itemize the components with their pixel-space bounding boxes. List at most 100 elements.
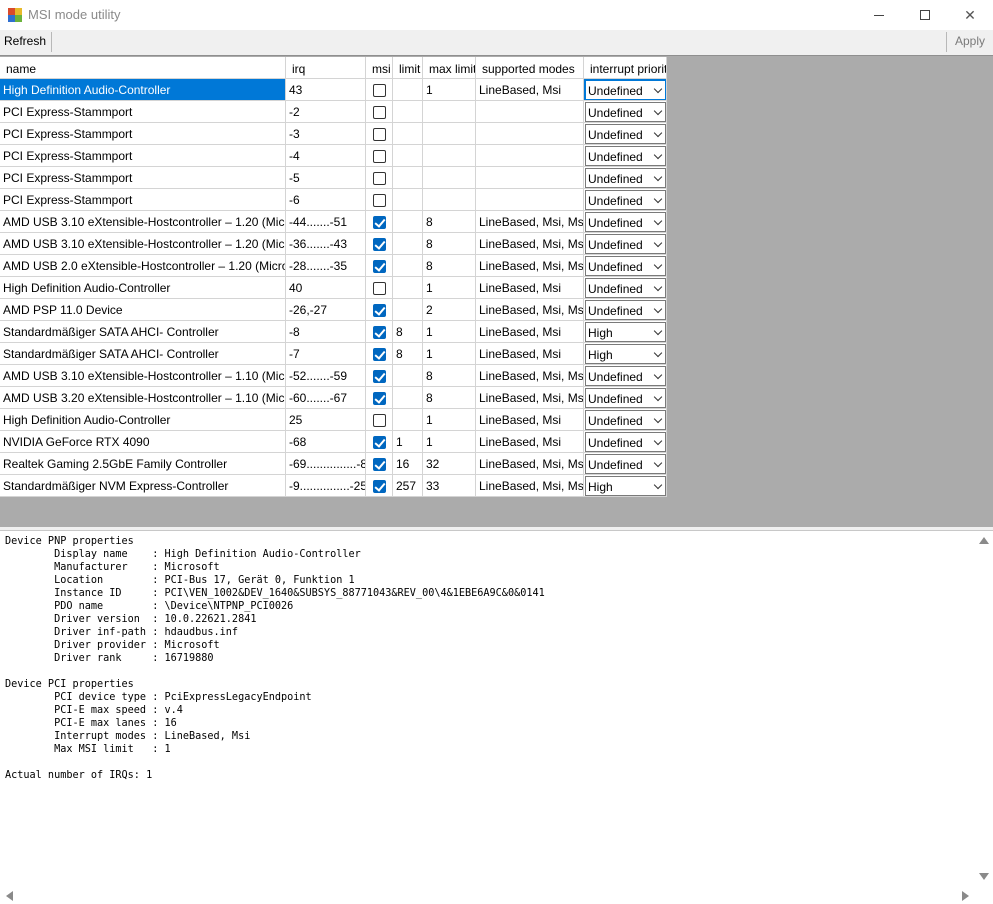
table-cell-max-limit[interactable] [423, 101, 476, 123]
msi-checkbox[interactable] [373, 172, 386, 185]
minimize-button[interactable] [856, 0, 902, 30]
msi-checkbox[interactable] [373, 194, 386, 207]
table-cell-max-limit[interactable]: 1 [423, 277, 476, 299]
table-cell-name[interactable]: High Definition Audio-Controller [0, 79, 286, 101]
table-cell-name[interactable]: AMD PSP 11.0 Device [0, 299, 286, 321]
table-cell-max-limit[interactable]: 8 [423, 387, 476, 409]
table-cell-max-limit[interactable]: 1 [423, 321, 476, 343]
table-cell-irq[interactable]: -2 [286, 101, 366, 123]
table-cell-name[interactable]: PCI Express-Stammport [0, 101, 286, 123]
table-cell-supported-modes[interactable] [476, 145, 584, 167]
header-col-interrupt-priority[interactable]: interrupt priority [584, 57, 667, 79]
table-cell-supported-modes[interactable]: LineBased, Msi, MsiX [476, 211, 584, 233]
msi-checkbox[interactable] [373, 150, 386, 163]
table-cell-irq[interactable]: -44.......-51 [286, 211, 366, 233]
msi-checkbox[interactable] [373, 392, 386, 405]
priority-dropdown[interactable]: Undefined [585, 168, 666, 188]
table-cell-max-limit[interactable]: 1 [423, 431, 476, 453]
table-cell-max-limit[interactable]: 8 [423, 211, 476, 233]
priority-dropdown[interactable]: Undefined [585, 146, 666, 166]
priority-dropdown[interactable]: Undefined [585, 432, 666, 452]
table-cell-limit[interactable] [393, 167, 423, 189]
table-cell-msi[interactable] [366, 167, 393, 189]
table-cell-limit[interactable] [393, 255, 423, 277]
table-cell-name[interactable]: AMD USB 3.10 eXtensible-Hostcontroller –… [0, 365, 286, 387]
table-cell-max-limit[interactable]: 33 [423, 475, 476, 497]
table-cell-max-limit[interactable]: 32 [423, 453, 476, 475]
scroll-down-icon[interactable] [979, 873, 989, 880]
msi-checkbox[interactable] [373, 348, 386, 361]
table-cell-name[interactable]: AMD USB 2.0 eXtensible-Hostcontroller – … [0, 255, 286, 277]
table-cell-msi[interactable] [366, 189, 393, 211]
table-cell-supported-modes[interactable]: LineBased, Msi [476, 409, 584, 431]
table-cell-name[interactable]: PCI Express-Stammport [0, 167, 286, 189]
table-cell-msi[interactable] [366, 365, 393, 387]
table-cell-interrupt-priority[interactable]: High [584, 343, 667, 365]
priority-dropdown[interactable]: Undefined [585, 212, 666, 232]
header-col-name[interactable]: name [0, 57, 286, 79]
priority-dropdown[interactable]: Undefined [585, 256, 666, 276]
table-cell-irq[interactable]: -8 [286, 321, 366, 343]
table-cell-msi[interactable] [366, 321, 393, 343]
msi-checkbox[interactable] [373, 326, 386, 339]
msi-checkbox[interactable] [373, 414, 386, 427]
scroll-left-icon[interactable] [6, 891, 13, 901]
table-cell-name[interactable]: High Definition Audio-Controller [0, 277, 286, 299]
table-cell-max-limit[interactable] [423, 123, 476, 145]
table-cell-irq[interactable]: -3 [286, 123, 366, 145]
table-cell-interrupt-priority[interactable]: Undefined [584, 431, 667, 453]
table-cell-interrupt-priority[interactable]: Undefined [584, 145, 667, 167]
table-cell-name[interactable]: PCI Express-Stammport [0, 145, 286, 167]
priority-dropdown[interactable]: Undefined [585, 190, 666, 210]
table-cell-limit[interactable] [393, 101, 423, 123]
table-cell-msi[interactable] [366, 409, 393, 431]
msi-checkbox[interactable] [373, 84, 386, 97]
table-cell-interrupt-priority[interactable]: Undefined [584, 167, 667, 189]
table-cell-limit[interactable]: 8 [393, 321, 423, 343]
msi-checkbox[interactable] [373, 238, 386, 251]
priority-dropdown[interactable]: Undefined [585, 278, 666, 298]
priority-dropdown[interactable]: Undefined [585, 234, 666, 254]
table-cell-msi[interactable] [366, 233, 393, 255]
table-cell-interrupt-priority[interactable]: Undefined [584, 277, 667, 299]
table-cell-supported-modes[interactable] [476, 189, 584, 211]
table-cell-name[interactable]: AMD USB 3.10 eXtensible-Hostcontroller –… [0, 233, 286, 255]
scroll-right-icon[interactable] [962, 891, 969, 901]
table-cell-irq[interactable]: 43 [286, 79, 366, 101]
table-cell-limit[interactable]: 16 [393, 453, 423, 475]
table-cell-irq[interactable]: -36.......-43 [286, 233, 366, 255]
priority-dropdown[interactable]: Undefined [585, 102, 666, 122]
scroll-up-icon[interactable] [979, 537, 989, 544]
table-cell-name[interactable]: PCI Express-Stammport [0, 189, 286, 211]
table-cell-supported-modes[interactable]: LineBased, Msi, MsiX [476, 453, 584, 475]
msi-checkbox[interactable] [373, 260, 386, 273]
close-button[interactable]: ✕ [947, 0, 993, 30]
table-cell-max-limit[interactable] [423, 145, 476, 167]
table-cell-irq[interactable]: -9...............-25 [286, 475, 366, 497]
table-cell-limit[interactable]: 8 [393, 343, 423, 365]
table-cell-interrupt-priority[interactable]: Undefined [584, 409, 667, 431]
priority-dropdown[interactable]: Undefined [585, 388, 666, 408]
msi-checkbox[interactable] [373, 436, 386, 449]
table-cell-interrupt-priority[interactable]: High [584, 475, 667, 497]
table-cell-limit[interactable] [393, 299, 423, 321]
table-cell-name[interactable]: Realtek Gaming 2.5GbE Family Controller [0, 453, 286, 475]
table-cell-msi[interactable] [366, 211, 393, 233]
table-cell-max-limit[interactable] [423, 167, 476, 189]
priority-dropdown[interactable]: High [585, 322, 666, 342]
msi-checkbox[interactable] [373, 304, 386, 317]
table-cell-msi[interactable] [366, 145, 393, 167]
apply-button[interactable]: Apply [955, 34, 985, 48]
table-cell-irq[interactable]: -6 [286, 189, 366, 211]
priority-dropdown[interactable]: Undefined [585, 410, 666, 430]
table-cell-interrupt-priority[interactable]: Undefined [584, 299, 667, 321]
table-cell-irq[interactable]: -69...............-84 [286, 453, 366, 475]
table-cell-limit[interactable] [393, 365, 423, 387]
header-col-max-limit[interactable]: max limit [423, 57, 476, 79]
table-cell-name[interactable]: NVIDIA GeForce RTX 4090 [0, 431, 286, 453]
table-cell-name[interactable]: Standardmäßiger SATA AHCI- Controller [0, 343, 286, 365]
table-cell-max-limit[interactable]: 8 [423, 365, 476, 387]
table-cell-supported-modes[interactable]: LineBased, Msi [476, 277, 584, 299]
table-cell-limit[interactable] [393, 189, 423, 211]
table-cell-max-limit[interactable]: 1 [423, 79, 476, 101]
